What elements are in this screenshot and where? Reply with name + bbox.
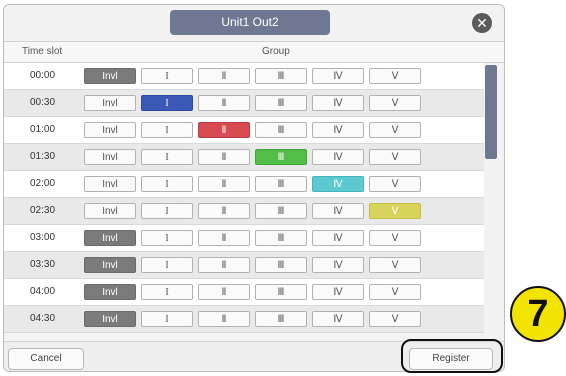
group-button-v[interactable]: Ⅴ (369, 284, 421, 300)
group-button-invl[interactable]: Invl (84, 122, 136, 138)
group-button-ii[interactable]: Ⅱ (198, 176, 250, 192)
group-button-iii[interactable]: Ⅲ (255, 311, 307, 327)
dialog-title: Unit1 Out2 (170, 10, 330, 35)
group-button-iv[interactable]: Ⅳ (312, 230, 364, 246)
group-button-iv[interactable]: Ⅳ (312, 311, 364, 327)
group-button-i[interactable]: I (141, 257, 193, 273)
time-slot-row: 04:30 Invl I Ⅱ Ⅲ Ⅳ Ⅴ (4, 306, 484, 333)
group-button-iv[interactable]: Ⅳ (312, 95, 364, 111)
group-button-i[interactable]: I (141, 230, 193, 246)
time-slot-row: 03:30 Invl I Ⅱ Ⅲ Ⅳ Ⅴ (4, 252, 484, 279)
group-button-iii[interactable]: Ⅲ (255, 68, 307, 84)
time-slot-row: 02:00 Invl I Ⅱ Ⅲ Ⅳ Ⅴ (4, 171, 484, 198)
group-button-ii[interactable]: Ⅱ (198, 149, 250, 165)
group-button-iv[interactable]: Ⅳ (312, 203, 364, 219)
group-button-i[interactable]: I (141, 284, 193, 300)
group-button-invl[interactable]: Invl (84, 311, 136, 327)
group-button-i[interactable]: I (141, 149, 193, 165)
group-button-ii[interactable]: Ⅱ (198, 122, 250, 138)
group-button-ii[interactable]: Ⅱ (198, 203, 250, 219)
group-button-v[interactable]: Ⅴ (369, 122, 421, 138)
time-slot-row: 04:00 Invl I Ⅱ Ⅲ Ⅳ Ⅴ (4, 279, 484, 306)
group-button-i[interactable]: I (141, 176, 193, 192)
group-button-iii[interactable]: Ⅲ (255, 149, 307, 165)
group-button-iii[interactable]: Ⅲ (255, 284, 307, 300)
group-button-ii[interactable]: Ⅱ (198, 95, 250, 111)
time-slot-label: 03:00 (30, 232, 56, 243)
group-button-v[interactable]: Ⅴ (369, 203, 421, 219)
group-header: Group (262, 46, 290, 57)
group-button-i[interactable]: I (141, 311, 193, 327)
register-highlight-box (401, 339, 503, 373)
group-button-iii[interactable]: Ⅲ (255, 203, 307, 219)
group-button-ii[interactable]: Ⅱ (198, 311, 250, 327)
group-button-v[interactable]: Ⅴ (369, 230, 421, 246)
group-button-iv[interactable]: Ⅳ (312, 176, 364, 192)
scrollbar-thumb[interactable] (485, 65, 497, 159)
group-button-v[interactable]: Ⅴ (369, 149, 421, 165)
time-slot-label: 01:00 (30, 124, 56, 135)
group-button-ii[interactable]: Ⅱ (198, 284, 250, 300)
group-button-iv[interactable]: Ⅳ (312, 257, 364, 273)
time-slot-row: 02:30 Invl I Ⅱ Ⅲ Ⅳ Ⅴ (4, 198, 484, 225)
time-slot-row: 03:00 Invl I Ⅱ Ⅲ Ⅳ Ⅴ (4, 225, 484, 252)
group-button-iii[interactable]: Ⅲ (255, 95, 307, 111)
group-button-iii[interactable]: Ⅲ (255, 176, 307, 192)
time-slot-label: 03:30 (30, 259, 56, 270)
group-button-v[interactable]: Ⅴ (369, 257, 421, 273)
time-slot-row: 01:30 Invl I Ⅱ Ⅲ Ⅳ Ⅴ (4, 144, 484, 171)
group-button-invl[interactable]: Invl (84, 68, 136, 84)
group-button-iv[interactable]: Ⅳ (312, 149, 364, 165)
group-button-v[interactable]: Ⅴ (369, 95, 421, 111)
group-button-invl[interactable]: Invl (84, 176, 136, 192)
group-button-v[interactable]: Ⅴ (369, 68, 421, 84)
time-slot-header: Time slot (22, 46, 63, 57)
group-button-iii[interactable]: Ⅲ (255, 257, 307, 273)
grid-header: Time slot Group (4, 41, 504, 63)
time-slot-label: 04:00 (30, 286, 56, 297)
time-slot-label: 00:00 (30, 70, 56, 81)
group-button-invl[interactable]: Invl (84, 149, 136, 165)
group-button-ii[interactable]: Ⅱ (198, 257, 250, 273)
time-slot-label: 02:30 (30, 205, 56, 216)
time-slot-row: 00:30 Invl I Ⅱ Ⅲ Ⅳ Ⅴ (4, 90, 484, 117)
group-button-v[interactable]: Ⅴ (369, 311, 421, 327)
close-icon[interactable]: ✕ (472, 13, 492, 33)
cancel-button[interactable]: Cancel (8, 348, 84, 370)
time-slot-row: 00:00 Invl I Ⅱ Ⅲ Ⅳ Ⅴ (4, 63, 484, 90)
group-button-v[interactable]: Ⅴ (369, 176, 421, 192)
group-button-iv[interactable]: Ⅳ (312, 122, 364, 138)
time-slot-label: 04:30 (30, 313, 56, 324)
group-button-i[interactable]: I (141, 95, 193, 111)
step-callout: 7 (510, 286, 566, 342)
group-button-iii[interactable]: Ⅲ (255, 122, 307, 138)
group-button-iv[interactable]: Ⅳ (312, 284, 364, 300)
group-button-invl[interactable]: Invl (84, 230, 136, 246)
group-button-invl[interactable]: Invl (84, 257, 136, 273)
group-button-invl[interactable]: Invl (84, 95, 136, 111)
group-button-ii[interactable]: Ⅱ (198, 230, 250, 246)
group-button-iii[interactable]: Ⅲ (255, 230, 307, 246)
group-button-invl[interactable]: Invl (84, 203, 136, 219)
group-button-ii[interactable]: Ⅱ (198, 68, 250, 84)
group-button-invl[interactable]: Invl (84, 284, 136, 300)
group-button-i[interactable]: I (141, 203, 193, 219)
time-slot-label: 01:30 (30, 151, 56, 162)
time-slot-label: 02:00 (30, 178, 56, 189)
time-slot-label: 00:30 (30, 97, 56, 108)
schedule-dialog: Unit1 Out2 ✕ Time slot Group 00:00 Invl I Ⅱ… (3, 4, 505, 372)
schedule-grid: 00:00 Invl I Ⅱ Ⅲ Ⅳ Ⅴ 00:30 Invl I Ⅱ Ⅲ Ⅳ Ⅴ 01:00 Invl I Ⅱ Ⅲ… (4, 63, 484, 339)
group-button-iv[interactable]: Ⅳ (312, 68, 364, 84)
group-button-i[interactable]: I (141, 122, 193, 138)
time-slot-row: 01:00 Invl I Ⅱ Ⅲ Ⅳ Ⅴ (4, 117, 484, 144)
group-button-i[interactable]: I (141, 68, 193, 84)
